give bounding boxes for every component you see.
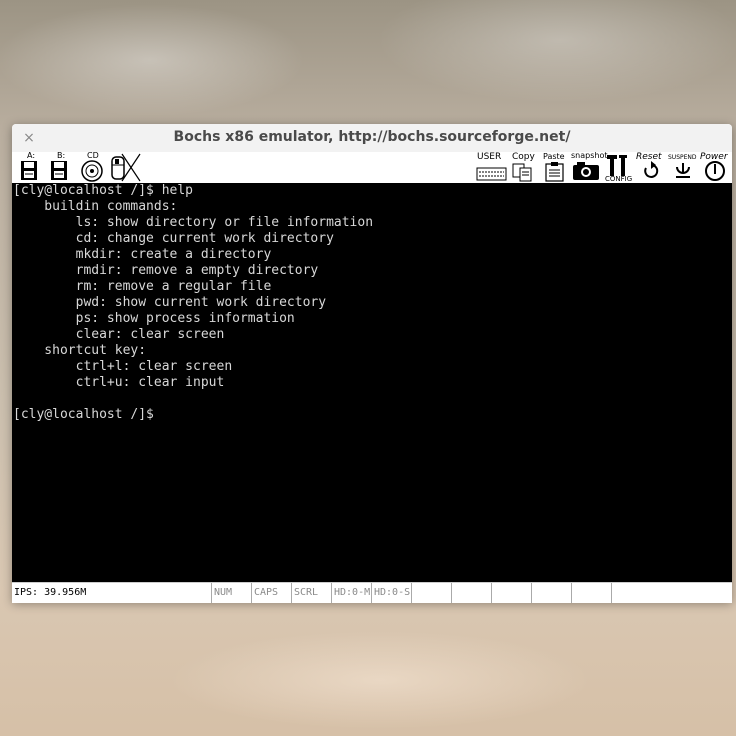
- terminal-line: buildin commands:: [13, 199, 178, 214]
- floppy-b-button[interactable]: B:: [46, 152, 72, 183]
- terminal-line: ps: show process information: [13, 311, 295, 326]
- terminal-line: clear: clear screen: [13, 327, 225, 342]
- terminal-line: pwd: show current work directory: [13, 295, 327, 310]
- reset-icon: [644, 161, 659, 178]
- terminal-line: cd: change current work directory: [13, 231, 334, 246]
- suspend-icon: [676, 163, 690, 178]
- status-bar: IPS: 39.956M NUM CAPS SCRL HD:0-M HD:0-S: [12, 582, 732, 603]
- status-slot: [452, 583, 492, 603]
- snapshot-button[interactable]: snapshot: [570, 152, 608, 183]
- config-button[interactable]: CONFIG: [604, 152, 634, 183]
- terminal-line: rm: remove a regular file: [13, 279, 272, 294]
- hd0-slave-indicator: HD:0-S: [372, 583, 412, 603]
- floppy-a-button[interactable]: A:: [16, 152, 42, 183]
- status-slot: [412, 583, 452, 603]
- terminal-line: mkdir: create a directory: [13, 247, 272, 262]
- num-lock-indicator: NUM: [212, 583, 252, 603]
- mouse-icon: [111, 153, 141, 182]
- paste-button[interactable]: Paste: [542, 152, 568, 183]
- paste-icon: [545, 162, 564, 182]
- user-button[interactable]: USER: [476, 152, 508, 183]
- config-label: CONFIG: [605, 175, 633, 183]
- status-slot: [572, 583, 612, 603]
- terminal-prompt: [cly@localhost /]$: [13, 407, 154, 422]
- caps-lock-indicator: CAPS: [252, 583, 292, 603]
- window-title: Bochs x86 emulator, http://bochs.sourcef…: [173, 129, 571, 145]
- title-bar[interactable]: × Bochs x86 emulator, http://bochs.sourc…: [12, 124, 732, 153]
- cdrom-icon: [81, 160, 103, 182]
- power-button[interactable]: Power: [700, 152, 731, 183]
- status-slot: [532, 583, 572, 603]
- terminal-line: ctrl+u: clear input: [13, 375, 225, 390]
- suspend-button[interactable]: SUSPEND: [668, 152, 698, 183]
- terminal-line: ls: show directory or file information: [13, 215, 374, 230]
- terminal-line: [cly@localhost /]$ help: [13, 183, 194, 198]
- power-icon: [705, 161, 725, 181]
- scroll-lock-indicator: SCRL: [292, 583, 332, 603]
- keyboard-icon: [476, 167, 507, 181]
- reset-button[interactable]: Reset: [636, 152, 668, 183]
- copy-icon: [512, 163, 532, 182]
- terminal-line: rmdir: remove a empty directory: [13, 263, 319, 278]
- bochs-window: × Bochs x86 emulator, http://bochs.sourc…: [12, 124, 732, 603]
- terminal-line: shortcut key:: [13, 343, 147, 358]
- hd0-master-indicator: HD:0-M: [332, 583, 372, 603]
- toolbar: A: B: CD USER Copy Paste snapshot CONFIG…: [12, 152, 732, 183]
- mouse-button[interactable]: [108, 152, 142, 183]
- copy-button[interactable]: Copy: [510, 152, 536, 183]
- status-slot: [492, 583, 532, 603]
- ips-indicator: IPS: 39.956M: [12, 583, 212, 603]
- emulator-screen[interactable]: [cly@localhost /]$ help buildin commands…: [12, 183, 732, 582]
- cdrom-button[interactable]: CD: [78, 152, 106, 183]
- floppy-icon: [21, 161, 37, 180]
- floppy-icon: [51, 161, 67, 180]
- camera-icon: [573, 162, 599, 180]
- terminal-line: ctrl+l: clear screen: [13, 359, 233, 374]
